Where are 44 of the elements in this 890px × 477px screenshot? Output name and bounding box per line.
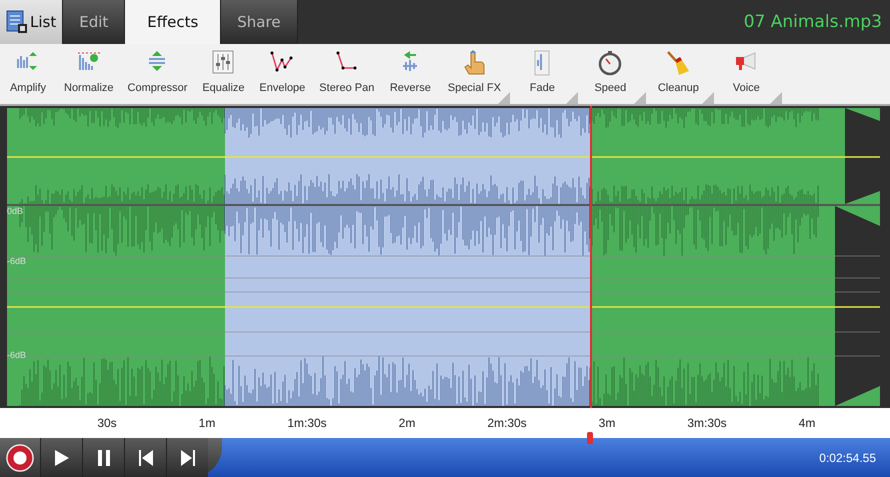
tab[interactable]: Effects bbox=[125, 0, 222, 44]
effect-button[interactable]: Stereo Pan bbox=[315, 44, 378, 104]
play-button[interactable] bbox=[40, 438, 82, 477]
time-label: 2m bbox=[398, 416, 416, 430]
equalizer-icon bbox=[211, 50, 236, 74]
time-label: 3m bbox=[598, 416, 616, 430]
skip-back-icon bbox=[138, 450, 154, 466]
time-label: 3m:30s bbox=[686, 416, 728, 430]
pan-curve-icon bbox=[334, 50, 359, 72]
list-icon bbox=[6, 10, 28, 34]
tab[interactable]: Share bbox=[221, 0, 298, 44]
play-icon bbox=[54, 448, 70, 466]
effect-button[interactable]: Normalize bbox=[60, 44, 118, 104]
time-label: 1m bbox=[198, 416, 216, 430]
db-label: -6dB bbox=[7, 256, 26, 266]
hand-icon bbox=[462, 50, 486, 76]
normalize-icon bbox=[76, 50, 101, 72]
skip-back-button[interactable] bbox=[124, 438, 166, 477]
tab[interactable]: Edit bbox=[63, 0, 126, 44]
pause-icon bbox=[96, 450, 110, 466]
db-label: -6dB bbox=[7, 350, 26, 360]
effect-button[interactable]: Amplify bbox=[2, 44, 54, 104]
skip-forward-button[interactable] bbox=[166, 438, 208, 477]
envelope-curve-icon bbox=[269, 50, 296, 74]
fade-icon bbox=[532, 50, 552, 76]
playhead-handle[interactable] bbox=[587, 432, 594, 444]
time-label: 2m:30s bbox=[486, 416, 528, 430]
effect-button[interactable]: Compressor bbox=[124, 44, 192, 104]
time-label: 30s bbox=[96, 416, 118, 430]
effect-button[interactable]: Envelope bbox=[255, 44, 310, 104]
file-name: 07 Animals.mp3 bbox=[744, 12, 883, 32]
skip-forward-icon bbox=[180, 450, 196, 466]
time-label: 4m bbox=[798, 416, 816, 430]
record-icon bbox=[6, 442, 34, 472]
tab[interactable]: List bbox=[0, 0, 64, 44]
time-display: 0:02:54.55 bbox=[819, 450, 877, 464]
pause-button[interactable] bbox=[82, 438, 124, 477]
stopwatch-icon bbox=[597, 50, 624, 76]
broom-icon bbox=[665, 50, 692, 76]
effect-button[interactable]: Equalize bbox=[197, 44, 250, 104]
effect-button[interactable]: Reverse bbox=[384, 44, 436, 104]
amplify-icon bbox=[16, 50, 40, 72]
db-label: 0dB bbox=[7, 206, 24, 216]
time-label: 1m:30s bbox=[286, 416, 328, 430]
